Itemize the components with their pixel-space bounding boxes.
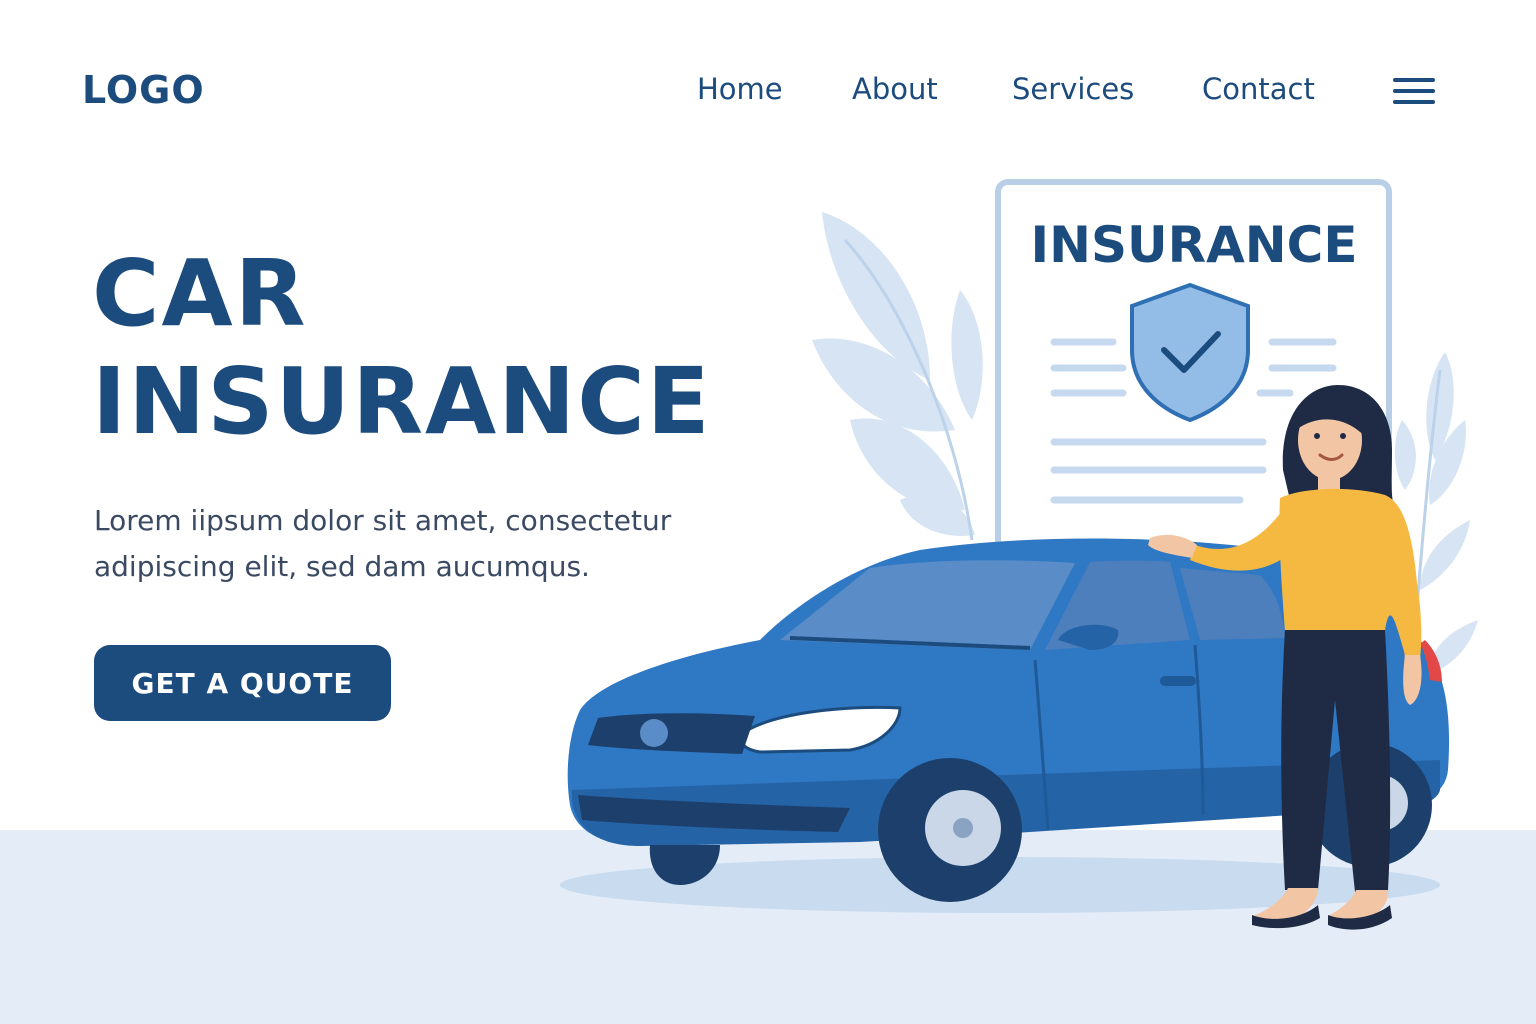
hero-illustration: INSURANCE xyxy=(560,179,1478,930)
document-title: INSURANCE xyxy=(1031,216,1358,274)
